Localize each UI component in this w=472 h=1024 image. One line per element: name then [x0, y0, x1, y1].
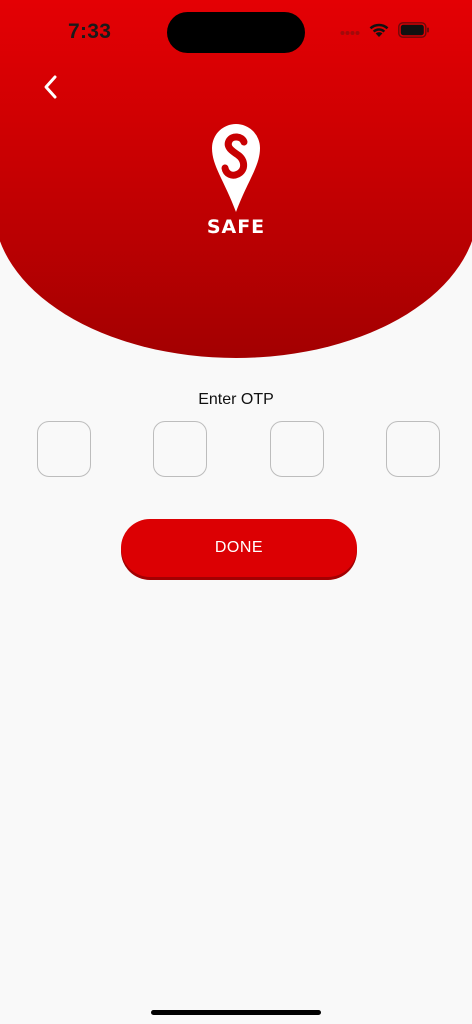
logo-text: SAFE	[206, 216, 266, 238]
cellular-signal-icon	[340, 24, 360, 42]
chevron-left-icon	[43, 74, 59, 105]
otp-digit-1[interactable]	[37, 421, 91, 477]
otp-digit-4[interactable]	[386, 421, 440, 477]
otp-label: Enter OTP	[198, 391, 274, 408]
home-indicator	[151, 1010, 321, 1015]
wifi-icon	[368, 22, 390, 43]
safe-logo-icon	[212, 124, 260, 212]
done-button[interactable]: DONE	[121, 519, 357, 577]
status-icons	[340, 22, 430, 43]
otp-digit-3[interactable]	[270, 421, 324, 477]
battery-icon	[398, 22, 430, 43]
otp-digit-2[interactable]	[153, 421, 207, 477]
dynamic-island	[167, 12, 305, 53]
back-button[interactable]	[32, 70, 70, 108]
status-time: 7:33	[68, 20, 112, 43]
app-logo: SAFE	[202, 120, 270, 238]
